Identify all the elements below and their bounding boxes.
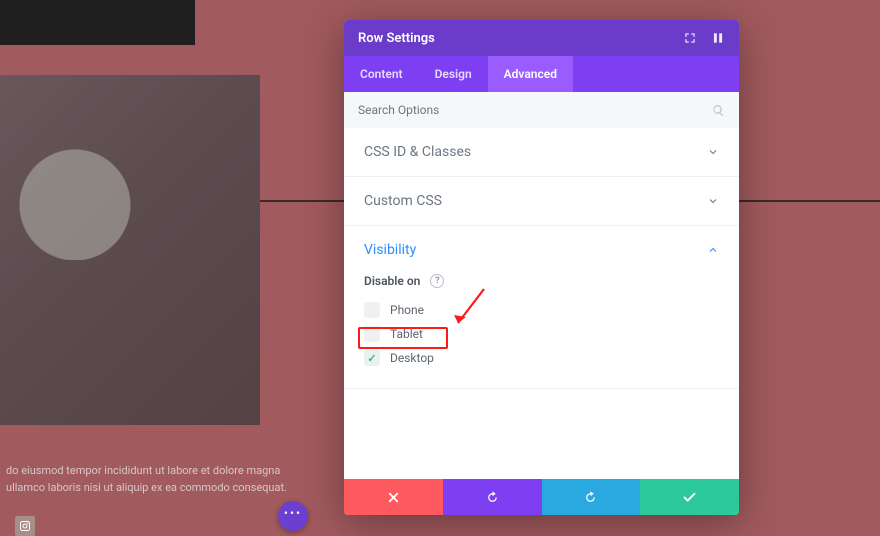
redo-button[interactable] xyxy=(542,479,641,515)
modal-body: CSS ID & Classes Custom CSS Visibility D… xyxy=(344,128,739,479)
checkbox-tablet[interactable] xyxy=(364,326,380,342)
confirm-button[interactable] xyxy=(640,479,739,515)
undo-icon xyxy=(485,490,500,505)
checkbox-desktop[interactable] xyxy=(364,350,380,366)
tab-content-label: Content xyxy=(360,67,403,81)
instagram-icon[interactable] xyxy=(15,516,35,536)
tab-design[interactable]: Design xyxy=(419,56,488,92)
visibility-body: Disable on ? Phone Tablet Desktop xyxy=(344,274,739,388)
tab-advanced-label: Advanced xyxy=(504,67,557,81)
accordion-head-visibility[interactable]: Visibility xyxy=(344,226,739,274)
tab-content[interactable]: Content xyxy=(344,56,419,92)
accordion-visibility: Visibility Disable on ? Phone Tablet xyxy=(344,226,739,389)
undo-button[interactable] xyxy=(443,479,542,515)
accordion-title-visibility: Visibility xyxy=(364,242,416,258)
modal-tabs: Content Design Advanced xyxy=(344,56,739,92)
chevron-down-icon xyxy=(707,195,719,207)
checkbox-phone[interactable] xyxy=(364,302,380,318)
visibility-option-tablet[interactable]: Tablet xyxy=(364,322,719,346)
modal-header-icons xyxy=(683,31,725,45)
modal-footer xyxy=(344,479,739,515)
search-options-row[interactable] xyxy=(344,92,739,128)
tab-advanced[interactable]: Advanced xyxy=(488,56,573,92)
redo-icon xyxy=(583,490,598,505)
drag-icon[interactable] xyxy=(711,31,725,45)
bg-horizontal-line-right xyxy=(739,200,880,202)
accordion-head-custom-css[interactable]: Custom CSS xyxy=(344,177,739,225)
option-label-desktop: Desktop xyxy=(390,351,434,365)
disable-on-label: Disable on xyxy=(364,274,420,288)
accordion-title-custom-css: Custom CSS xyxy=(364,193,442,209)
visibility-option-desktop[interactable]: Desktop xyxy=(364,346,719,370)
expand-icon[interactable] xyxy=(683,31,697,45)
accordion-head-css-id[interactable]: CSS ID & Classes xyxy=(344,128,739,176)
lorem-line-1: do eiusmod tempor incididunt ut labore e… xyxy=(6,464,280,477)
close-icon xyxy=(386,490,401,505)
visibility-option-phone[interactable]: Phone xyxy=(364,298,719,322)
help-icon[interactable]: ? xyxy=(430,274,444,288)
background-photo xyxy=(0,75,260,425)
search-icon xyxy=(712,104,725,117)
fab-dots-icon: ••• xyxy=(284,506,302,520)
chevron-up-icon xyxy=(707,244,719,256)
option-label-tablet: Tablet xyxy=(390,327,423,341)
modal-title: Row Settings xyxy=(358,31,435,46)
chevron-down-icon xyxy=(707,146,719,158)
accordion-css-id-classes: CSS ID & Classes xyxy=(344,128,739,177)
bg-dark-strip xyxy=(0,0,195,45)
floating-action-button[interactable]: ••• xyxy=(278,501,308,531)
row-settings-modal: Row Settings Content Design Advanced CSS… xyxy=(344,20,739,515)
disable-on-label-row: Disable on ? xyxy=(364,274,719,288)
accordion-custom-css: Custom CSS xyxy=(344,177,739,226)
check-icon xyxy=(682,490,697,505)
accordion-title-css-id: CSS ID & Classes xyxy=(364,144,471,160)
background-lorem-text: do eiusmod tempor incididunt ut labore e… xyxy=(0,455,330,496)
cancel-button[interactable] xyxy=(344,479,443,515)
lorem-line-2: ullamco laboris nisi ut aliquip ex ea co… xyxy=(6,481,287,494)
option-label-phone: Phone xyxy=(390,303,424,317)
modal-header[interactable]: Row Settings xyxy=(344,20,739,56)
tab-design-label: Design xyxy=(435,67,472,81)
search-input[interactable] xyxy=(358,103,712,117)
